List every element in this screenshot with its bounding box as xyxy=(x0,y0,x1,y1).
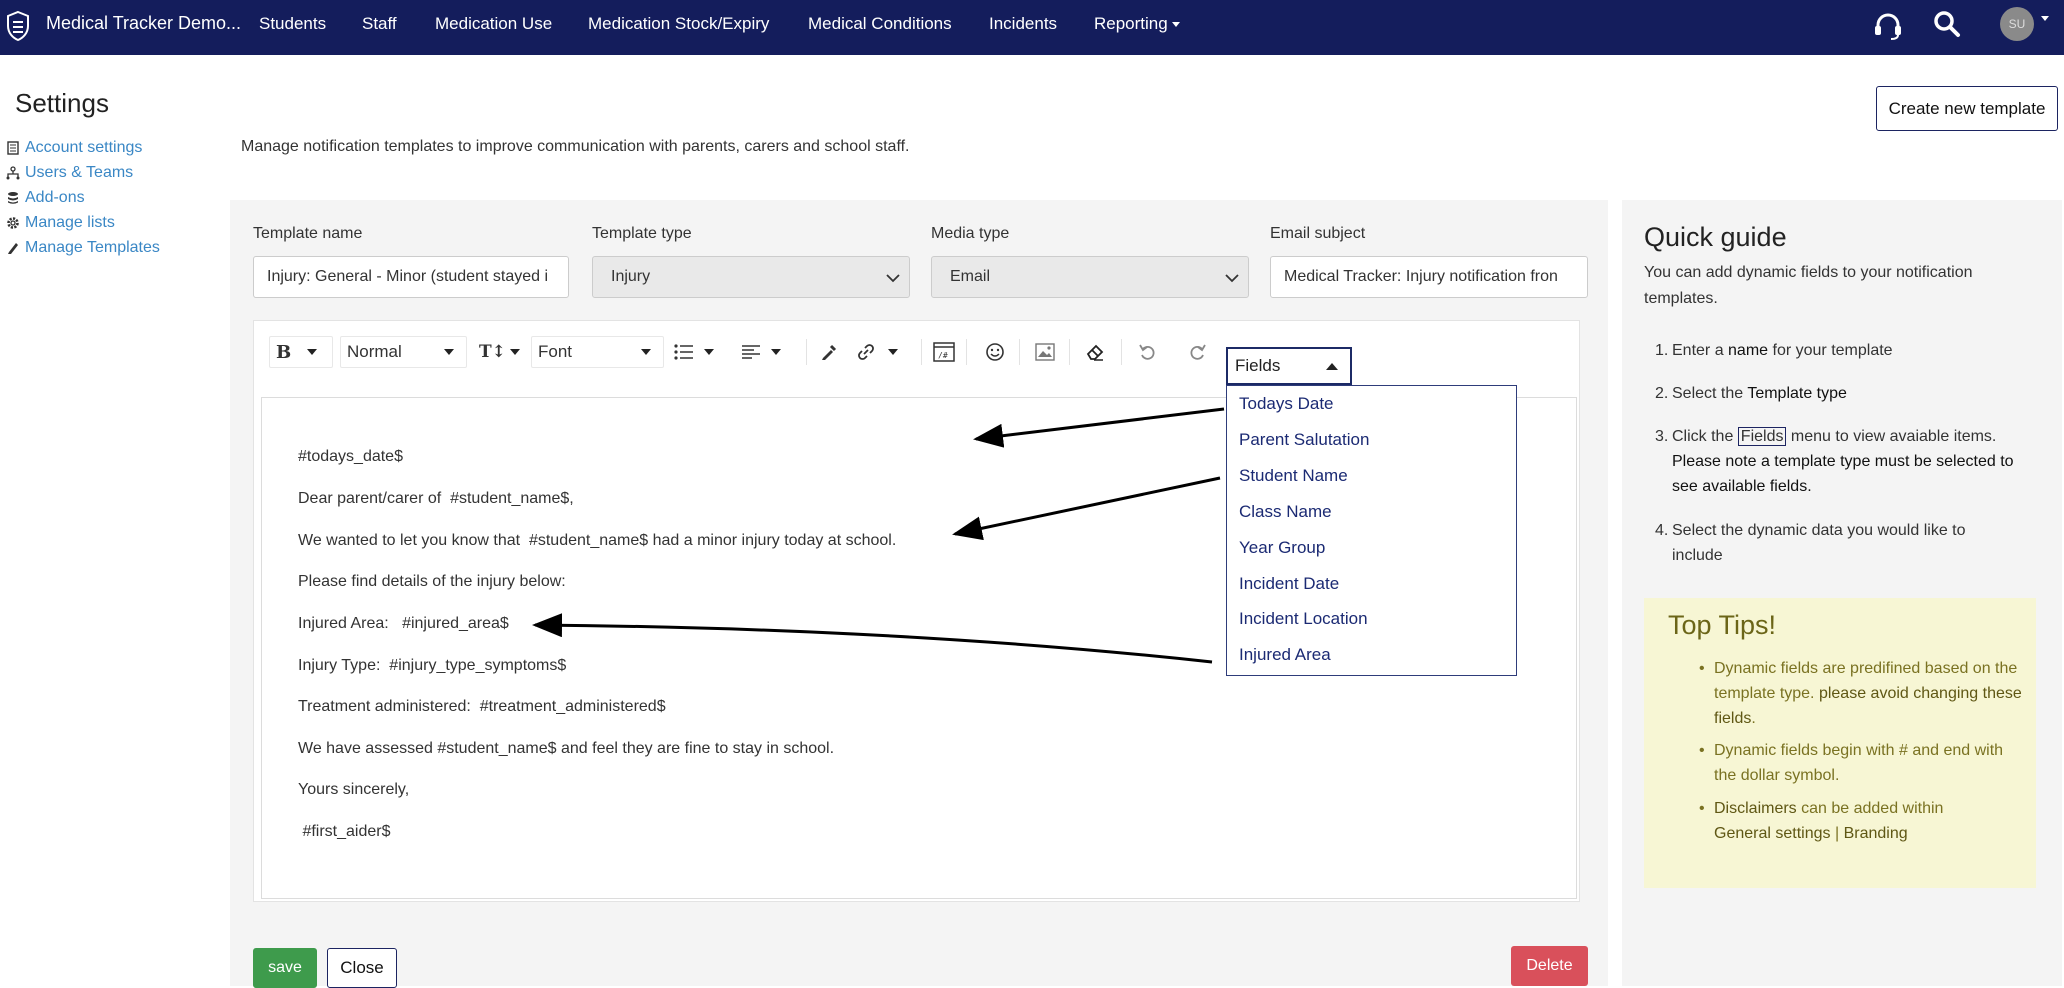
general-settings-link[interactable]: General settings xyxy=(1714,825,1831,842)
guide-step-text: Click the xyxy=(1672,428,1738,445)
guide-step-1: 1. Enter a name for your template xyxy=(1655,342,1893,359)
guide-step-3: 3. Click the Fields menu to view avaiable… xyxy=(1655,427,2014,495)
guide-step-text: Select the dynamic data you would like t… xyxy=(1672,522,1966,564)
tip-item: • Dynamic fields are predifined based on … xyxy=(1699,660,2022,727)
branding-link[interactable]: Branding xyxy=(1844,825,1908,842)
top-tips-title: Top Tips! xyxy=(1668,610,1777,640)
arrow-injured-area xyxy=(532,613,1213,664)
arrow-student-name xyxy=(952,476,1221,541)
close-button[interactable]: Close xyxy=(327,948,397,988)
guide-step-text: Enter a xyxy=(1672,342,1729,359)
guide-step-text: for your template xyxy=(1768,342,1893,359)
guide-step-4: 4. Select the dynamic data you would like… xyxy=(1655,522,1966,564)
guide-step-text: menu to view avaiable items. xyxy=(1786,428,1997,445)
tip-text: | xyxy=(1830,825,1844,842)
tip-item: • Disclaimers can be added within General… xyxy=(1699,800,1944,842)
tip-item: • Dynamic fields begin with # and end wit… xyxy=(1699,742,2004,784)
guide-step-emphasis: name xyxy=(1728,342,1769,359)
tip-text: Dynamic fields begin with # and end with… xyxy=(1714,742,2004,784)
arrow-todays-date xyxy=(973,407,1225,448)
save-button[interactable]: save xyxy=(253,948,317,988)
tip-emphasis: Disclaimers xyxy=(1714,800,1797,817)
quick-guide-panel: Quick guide You can add dynamic fields t… xyxy=(1622,200,2062,986)
quick-guide-title: Quick guide xyxy=(1644,222,1787,252)
guide-step-note: Please note a template type must be sele… xyxy=(1672,453,2014,495)
quick-guide-intro: You can add dynamic fields to your notif… xyxy=(1644,264,1973,307)
guide-step-text: Select the xyxy=(1672,385,1748,402)
delete-button[interactable]: Delete xyxy=(1511,946,1588,986)
top-tips-box: Top Tips! • Dynamic fields are predifined… xyxy=(1644,598,2036,888)
guide-step-fields-badge: Fields xyxy=(1737,427,1787,446)
guide-step-emphasis: Template type xyxy=(1747,385,1847,402)
guide-step-2: 2. Select the Template type xyxy=(1655,385,1847,402)
tip-text: can be added within xyxy=(1796,800,1944,817)
